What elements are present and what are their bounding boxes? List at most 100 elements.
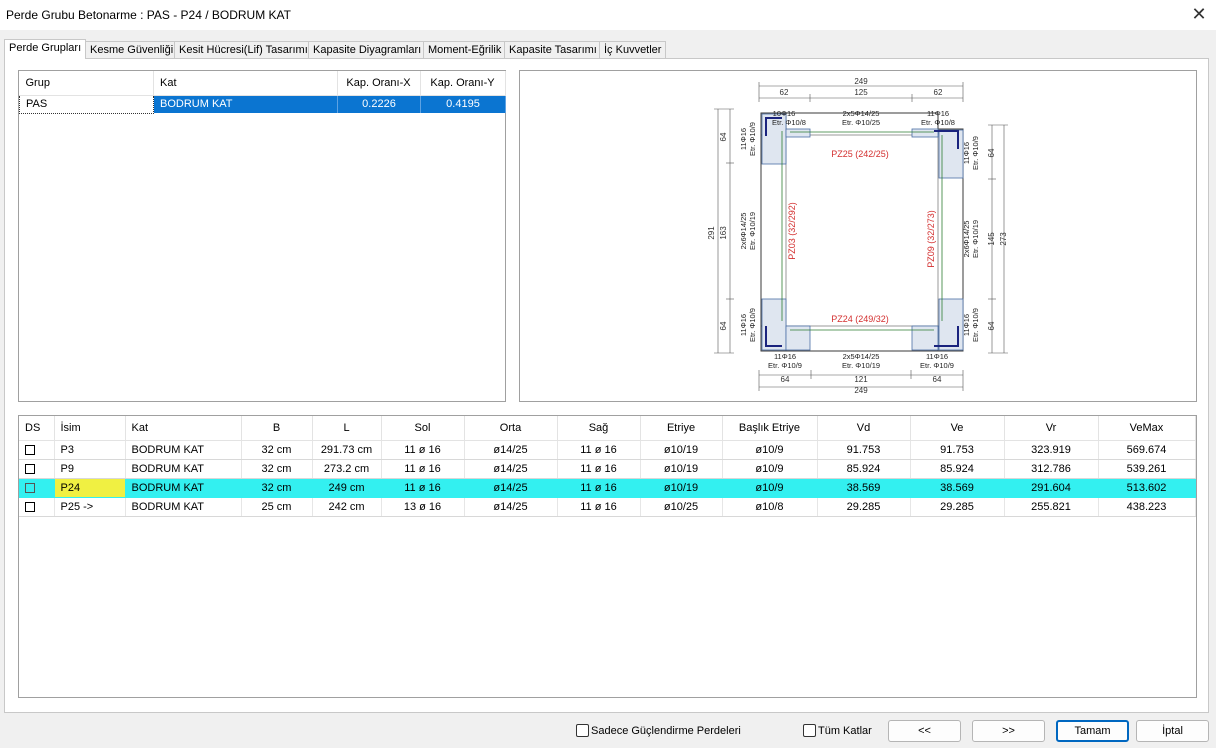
header-sol[interactable]: Sol <box>381 416 465 441</box>
cell-vr[interactable]: 291.604 <box>1004 478 1099 498</box>
cell-etriye[interactable]: ø10/19 <box>640 459 723 479</box>
ok-button[interactable]: Tamam <box>1056 720 1129 742</box>
table-row[interactable]: P3 BODRUM KAT 32 cm 291.73 cm 11 ø 16 ø1… <box>19 440 1196 460</box>
cell-vemax[interactable]: 513.602 <box>1098 478 1196 498</box>
tab-kapasite-diyagramlari[interactable]: Kapasite Diyagramları <box>308 41 427 58</box>
cell-vr[interactable]: 255.821 <box>1004 497 1099 517</box>
header-ve[interactable]: Ve <box>910 416 1005 441</box>
cell-orta[interactable]: ø14/25 <box>464 459 558 479</box>
prev-button[interactable]: << <box>888 720 961 742</box>
cell-kat[interactable]: BODRUM KAT <box>153 95 338 113</box>
header-kat[interactable]: Kat <box>125 416 242 441</box>
checkbox-guclendirme[interactable]: Sadece Güçlendirme Perdeleri <box>576 724 741 737</box>
cancel-button[interactable]: İptal <box>1136 720 1209 742</box>
cell-etriye[interactable]: ø10/19 <box>640 440 723 460</box>
cell-isim[interactable]: P25 -> <box>54 497 126 517</box>
tab-perde-gruplari[interactable]: Perde Grupları <box>4 39 87 59</box>
table-row-selected[interactable]: P24 BODRUM KAT 32 cm 249 cm 11 ø 16 ø14/… <box>19 478 1196 498</box>
cell-kap-y[interactable]: 0.4195 <box>420 95 506 113</box>
cell-etriye[interactable]: ø10/19 <box>640 478 723 498</box>
table-row[interactable]: PAS BODRUM KAT 0.2226 0.4195 <box>19 94 506 114</box>
cell-orta[interactable]: ø14/25 <box>464 478 558 498</box>
cell-sag[interactable]: 11 ø 16 <box>557 497 641 517</box>
cell-ve[interactable]: 91.753 <box>910 440 1005 460</box>
header-kat[interactable]: Kat <box>153 71 338 96</box>
cell-sol[interactable]: 11 ø 16 <box>381 440 465 460</box>
cell-baslik[interactable]: ø10/9 <box>722 478 818 498</box>
checkbox-box[interactable] <box>803 724 816 737</box>
cell-isim[interactable]: P9 <box>54 459 126 479</box>
tab-kapasite-tasarimi[interactable]: Kapasite Tasarımı <box>504 41 602 58</box>
cell-isim[interactable]: P24 <box>54 478 126 498</box>
checkbox-box[interactable] <box>576 724 589 737</box>
cell-b[interactable]: 32 cm <box>241 478 313 498</box>
header-b[interactable]: B <box>241 416 313 441</box>
cell-grup[interactable]: PAS <box>19 94 154 114</box>
tab-kesit-hucresi[interactable]: Kesit Hücresi(Lif) Tasarımı <box>174 41 313 58</box>
header-vr[interactable]: Vr <box>1004 416 1099 441</box>
table-row[interactable]: P25 -> BODRUM KAT 25 cm 242 cm 13 ø 16 ø… <box>19 497 1196 517</box>
header-kap-x[interactable]: Kap. Oranı-X <box>337 71 421 96</box>
cell-kap-x[interactable]: 0.2226 <box>337 95 421 113</box>
cell-orta[interactable]: ø14/25 <box>464 440 558 460</box>
cell-sol[interactable]: 11 ø 16 <box>381 459 465 479</box>
header-l[interactable]: L <box>312 416 382 441</box>
cell-vr[interactable]: 323.919 <box>1004 440 1099 460</box>
header-orta[interactable]: Orta <box>464 416 558 441</box>
cell-baslik[interactable]: ø10/9 <box>722 459 818 479</box>
cell-kat[interactable]: BODRUM KAT <box>125 478 242 498</box>
cell-sag[interactable]: 11 ø 16 <box>557 440 641 460</box>
header-kap-y[interactable]: Kap. Oranı-Y <box>420 71 506 96</box>
cell-kat[interactable]: BODRUM KAT <box>125 440 242 460</box>
tab-moment-egrilik[interactable]: Moment-Eğrilik <box>423 41 507 58</box>
cell-sol[interactable]: 13 ø 16 <box>381 497 465 517</box>
header-isim[interactable]: İsim <box>54 416 126 441</box>
cell-baslik[interactable]: ø10/9 <box>722 440 818 460</box>
cell-b[interactable]: 32 cm <box>241 440 313 460</box>
cell-vemax[interactable]: 539.261 <box>1098 459 1196 479</box>
next-button[interactable]: >> <box>972 720 1045 742</box>
header-vd[interactable]: Vd <box>817 416 911 441</box>
header-etriye[interactable]: Etriye <box>640 416 723 441</box>
cell-b[interactable]: 32 cm <box>241 459 313 479</box>
cell-vd[interactable]: 29.285 <box>817 497 911 517</box>
row-checkbox[interactable] <box>25 463 35 474</box>
header-ds[interactable]: DS <box>19 416 55 441</box>
cell-l[interactable]: 242 cm <box>312 497 382 517</box>
cell-vd[interactable]: 38.569 <box>817 478 911 498</box>
cell-l[interactable]: 249 cm <box>312 478 382 498</box>
checkbox-tum-katlar[interactable]: Tüm Katlar <box>803 724 872 737</box>
header-vemax[interactable]: VeMax <box>1098 416 1196 441</box>
cell-vd[interactable]: 91.753 <box>817 440 911 460</box>
cell-vd[interactable]: 85.924 <box>817 459 911 479</box>
cell-isim[interactable]: P3 <box>54 440 126 460</box>
header-sag[interactable]: Sağ <box>557 416 641 441</box>
cell-baslik[interactable]: ø10/8 <box>722 497 818 517</box>
cell-sol[interactable]: 11 ø 16 <box>381 478 465 498</box>
tab-kesme-guvenligi[interactable]: Kesme Güvenliği <box>85 41 179 58</box>
cell-ve[interactable]: 38.569 <box>910 478 1005 498</box>
cell-b[interactable]: 25 cm <box>241 497 313 517</box>
header-baslik-etriye[interactable]: Başlık Etriye <box>722 416 818 441</box>
cell-ve[interactable]: 85.924 <box>910 459 1005 479</box>
cell-sag[interactable]: 11 ø 16 <box>557 459 641 479</box>
row-checkbox[interactable] <box>25 482 35 493</box>
close-icon[interactable]: ✕ <box>1188 3 1210 25</box>
cell-etriye[interactable]: ø10/25 <box>640 497 723 517</box>
row-checkbox[interactable] <box>25 501 35 512</box>
lbl-bot-right-b: Etr. Φ10/9 <box>920 361 954 370</box>
table-row[interactable]: P9 BODRUM KAT 32 cm 273.2 cm 11 ø 16 ø14… <box>19 459 1196 479</box>
cell-vemax[interactable]: 569.674 <box>1098 440 1196 460</box>
cell-vr[interactable]: 312.786 <box>1004 459 1099 479</box>
cell-l[interactable]: 291.73 cm <box>312 440 382 460</box>
cell-orta[interactable]: ø14/25 <box>464 497 558 517</box>
cell-vemax[interactable]: 438.223 <box>1098 497 1196 517</box>
cell-kat[interactable]: BODRUM KAT <box>125 459 242 479</box>
tab-ic-kuvvetler[interactable]: İç Kuvvetler <box>599 41 667 58</box>
cell-l[interactable]: 273.2 cm <box>312 459 382 479</box>
cell-kat[interactable]: BODRUM KAT <box>125 497 242 517</box>
header-grup[interactable]: Grup <box>19 71 154 96</box>
cell-ve[interactable]: 29.285 <box>910 497 1005 517</box>
row-checkbox[interactable] <box>25 444 35 455</box>
cell-sag[interactable]: 11 ø 16 <box>557 478 641 498</box>
